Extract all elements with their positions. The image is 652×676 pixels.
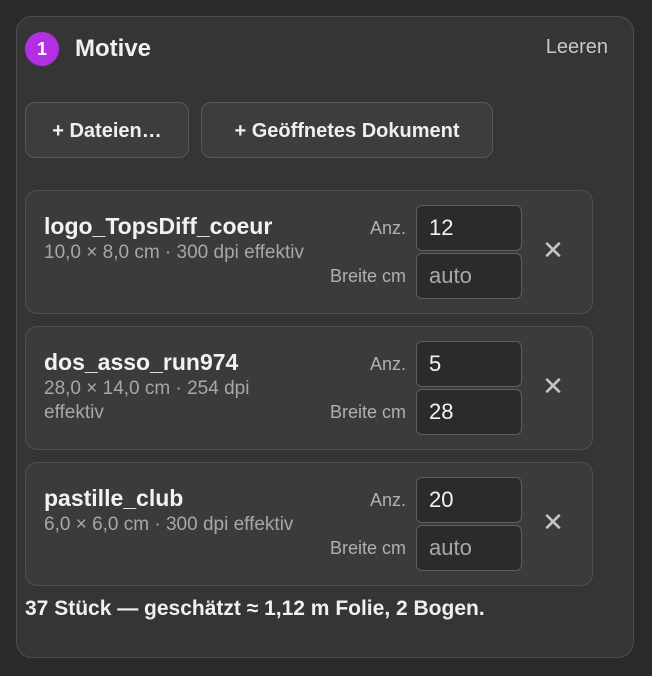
clear-button[interactable]: Leeren [546,32,608,62]
remove-motif-button[interactable]: ✕ [540,371,566,401]
quantity-label: Anz. [369,490,406,510]
remove-motif-button[interactable]: ✕ [540,235,566,265]
motif-name: dos_asso_run974 [44,349,239,375]
quantity-input[interactable] [416,477,522,523]
close-icon: ✕ [542,235,564,265]
remove-motif-button[interactable]: ✕ [540,507,566,537]
motif-name: logo_TopsDiff_coeur [44,213,273,239]
motif-meta: 6,0 × 6,0 cm · 300 dpi effektiv [44,514,294,535]
close-icon: ✕ [542,371,564,401]
close-icon: ✕ [542,507,564,537]
width-input[interactable] [416,389,522,435]
motif-card: dos_asso_run974 28,0 × 14,0 cm · 254 dpi… [25,326,593,450]
panel-title: Motive [75,35,152,62]
quantity-label: Anz. [369,218,406,238]
motif-card: logo_TopsDiff_coeur 10,0 × 8,0 cm · 300 … [25,190,593,314]
width-label: Breite cm [329,538,406,558]
panel-header: 1 Motive Leeren [25,32,628,66]
quantity-input[interactable] [416,205,522,251]
motif-meta: 10,0 × 8,0 cm · 300 dpi effektiv [44,242,304,263]
step-badge: 1 [25,32,59,66]
motif-meta: 28,0 × 14,0 cm · 254 dpi effektiv [44,378,250,423]
width-input[interactable] [416,253,522,299]
quantity-label: Anz. [369,354,406,374]
summary-text: 37 Stück — geschätzt ≈ 1,12 m Folie, 2 B… [25,597,485,620]
motif-card: pastille_club 6,0 × 6,0 cm · 300 dpi eff… [25,462,593,586]
motif-name: pastille_club [44,485,184,511]
quantity-input[interactable] [416,341,522,387]
add-files-button[interactable]: + Dateien… [25,102,189,158]
width-input[interactable] [416,525,522,571]
width-label: Breite cm [329,266,406,286]
width-label: Breite cm [329,402,406,422]
add-open-document-button[interactable]: + Geöffnetes Dokument [201,102,493,158]
